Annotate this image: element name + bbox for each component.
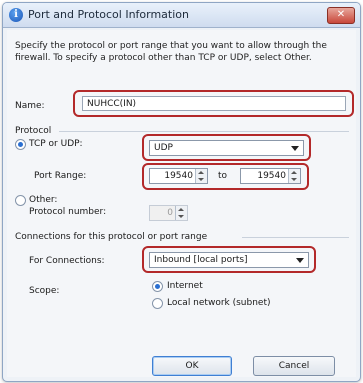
connections-group-label: Connections for this protocol or port ra… <box>15 232 208 242</box>
protocol-number-value: 0 <box>167 208 173 218</box>
dialog-title: Port and Protocol Information <box>28 8 189 21</box>
port-from-stepper[interactable]: 19540 <box>149 168 208 184</box>
spin-up-icon[interactable] <box>178 208 184 211</box>
scope-local-radio[interactable] <box>152 298 163 309</box>
ok-button[interactable]: OK <box>152 356 232 376</box>
port-to-label: to <box>218 171 228 181</box>
other-radio[interactable] <box>15 195 26 206</box>
protocol-type-select[interactable]: UDP <box>149 140 304 156</box>
port-protocol-dialog: i Port and Protocol Information ✕ Specif… <box>2 2 361 382</box>
port-range-label: Port Range: <box>34 171 87 181</box>
chevron-down-icon <box>296 258 304 263</box>
protocol-number-spin-buttons[interactable] <box>175 206 187 220</box>
cancel-button[interactable]: Cancel <box>253 356 335 376</box>
for-connections-select[interactable]: Inbound [local ports] <box>149 252 309 268</box>
spin-up-icon[interactable] <box>198 171 204 174</box>
dialog-body: Specify the protocol or port range that … <box>7 30 356 377</box>
for-connections-label: For Connections: <box>29 256 105 266</box>
protocol-group-label: Protocol <box>15 126 52 136</box>
for-connections-value: Inbound [local ports] <box>154 255 248 265</box>
title-bar[interactable]: i Port and Protocol Information ✕ <box>3 3 360 28</box>
name-label: Name: <box>15 101 45 111</box>
port-from-spin-buttons[interactable] <box>195 169 207 183</box>
tcp-udp-radio[interactable] <box>15 139 26 150</box>
scope-local-label: Local network (subnet) <box>167 298 271 308</box>
port-to-stepper[interactable]: 19540 <box>240 168 301 184</box>
spin-down-icon[interactable] <box>291 178 297 181</box>
spin-down-icon[interactable] <box>198 178 204 181</box>
spin-down-icon[interactable] <box>178 215 184 218</box>
scope-internet-label: Internet <box>167 281 203 291</box>
close-button[interactable]: ✕ <box>327 7 355 24</box>
tcp-udp-label: TCP or UDP: <box>29 139 83 149</box>
port-to-spin-buttons[interactable] <box>288 169 300 183</box>
description-text: Specify the protocol or port range that … <box>15 41 327 63</box>
info-shield-icon: i <box>9 8 23 22</box>
protocol-number-stepper[interactable]: 0 <box>149 205 188 221</box>
protocol-number-label: Protocol number: <box>29 207 107 217</box>
protocol-group-divider <box>59 131 349 132</box>
scope-label: Scope: <box>29 286 60 296</box>
connections-group-divider <box>242 237 349 238</box>
other-label: Other: <box>29 195 58 205</box>
protocol-type-value: UDP <box>154 143 173 153</box>
scope-internet-radio[interactable] <box>152 281 163 292</box>
spin-up-icon[interactable] <box>291 171 297 174</box>
port-to-value: 19540 <box>257 171 286 181</box>
chevron-down-icon <box>291 146 299 151</box>
port-from-value: 19540 <box>164 171 193 181</box>
name-input[interactable]: NUHCC(IN) <box>82 96 346 111</box>
